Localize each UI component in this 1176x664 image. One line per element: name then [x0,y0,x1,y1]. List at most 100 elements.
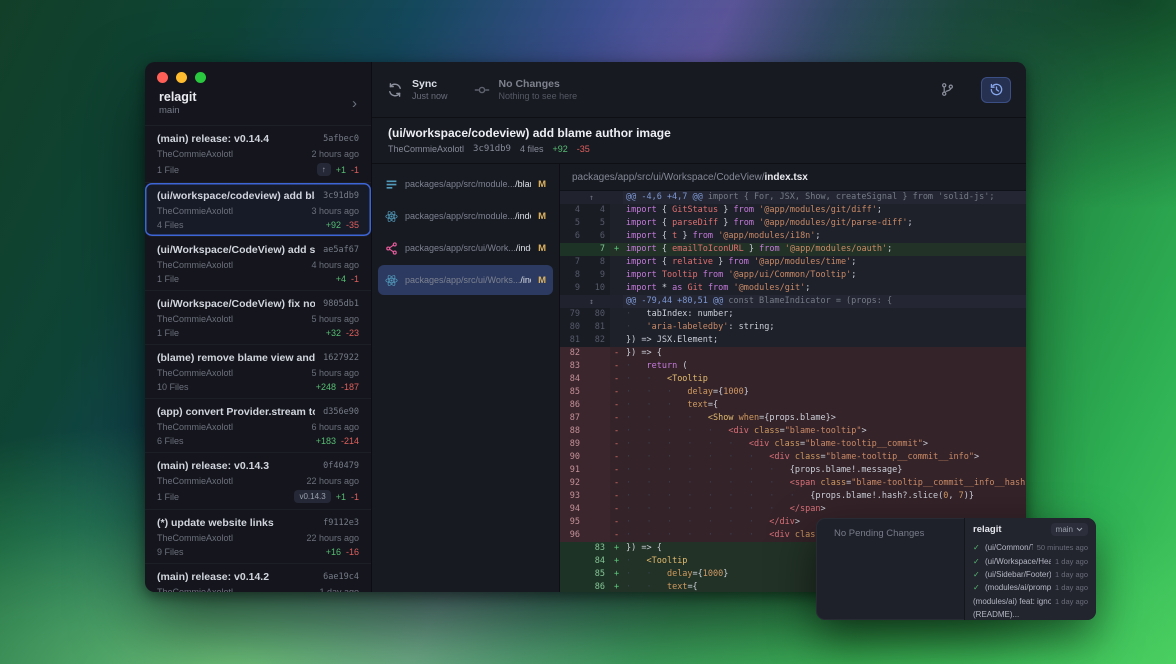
diff-line-ctx: 66import { t } from '@app/modules/i18n'; [560,230,1026,243]
file-list-item[interactable]: packages/app/src/ui/Works.../inde...M [378,265,553,295]
commit-item[interactable]: (main) release: v0.14.30f40479TheCommieA… [145,453,371,510]
diff-code: · · <Tooltip [623,373,1026,386]
commit-hash: f9112e3 [323,518,359,528]
commit-file-count: 1 File [157,165,179,175]
diff-code: · · · · · · · <div class="blame-tooltip_… [623,451,1026,464]
new-line-number: 6 [585,230,610,243]
commit-item[interactable]: (*) update website linksf9112e3TheCommie… [145,510,371,564]
old-line-number [560,555,585,568]
new-line-number [585,399,610,412]
secondary-branch-name: main [1056,525,1073,534]
branch-name: main [159,105,197,116]
diff-code: · · · · <Show when={props.blame}> [623,412,1026,425]
commit-author: TheCommieAxolotl [157,476,233,486]
diff-line-del: 86-· · · text={ [560,399,1026,412]
file-directory: packages/app/src/module... [405,179,515,189]
new-line-number [585,412,610,425]
old-line-number: 84 [560,373,585,386]
old-line-number: 86 [560,399,585,412]
old-line-number [560,568,585,581]
sync-button[interactable]: Sync Just now [387,78,448,101]
overlay-commit-item[interactable]: (modules/ai) feat: ignor...1 day ago [965,595,1096,608]
overlay-commit-item[interactable]: ✓(modules/ai/prompt...1 day ago [965,581,1096,594]
minimize-button[interactable] [176,72,187,83]
new-line-number: 9 [585,269,610,282]
old-line-number: 94 [560,503,585,516]
diff-marker: - [610,529,623,542]
diff-line-ctx: 44import { GitStatus } from '@app/module… [560,204,1026,217]
repository-info: relagit main [159,90,197,116]
commit-details-deletions: -35 [577,144,590,154]
commit-item[interactable]: (blame) remove blame view and ad...16279… [145,345,371,399]
diff-marker [610,321,623,334]
commit-item[interactable]: (ui/Workspace/CodeView) add size ...ae5a… [145,237,371,291]
file-list-item[interactable]: packages/app/src/module.../blame...M [378,169,553,199]
new-line-number: 5 [585,217,610,230]
commit-item[interactable]: (main) release: v0.14.45afbec0TheCommieA… [145,126,371,183]
file-list-item[interactable]: packages/app/src/ui/Work.../inde...M [378,233,553,263]
commit-file-count: 6 Files [157,436,184,446]
new-line-number [585,516,610,529]
diff-marker: - [610,373,623,386]
file-list-item[interactable]: packages/app/src/module.../index...M [378,201,553,231]
old-line-number [560,542,585,555]
overlay-commit-label: (README)... [973,610,1088,619]
diff-marker [610,282,623,295]
old-line-number: 93 [560,490,585,503]
sync-icon [387,82,403,98]
commit-item[interactable]: (ui/Workspace/CodeView) fix not s...9805… [145,291,371,345]
diff-code: import { relative } from '@app/modules/t… [623,256,1026,269]
overlay-commit-time: 1 day ago [1055,597,1088,606]
overlay-commit-item[interactable]: ✓(ui/Workspace/Hea...1 day ago [965,554,1096,567]
file-name: /blame... [515,179,531,189]
diff-code: }) => JSX.Element; [623,334,1026,347]
expand-hunk-icon[interactable]: ↕ [560,295,623,308]
overlay-commit-item[interactable]: (README)... [965,608,1096,620]
diff-line-del: 84 -· · <Tooltip [560,373,1026,386]
overlay-commit-item[interactable]: ✓(ui/Sidebar/Footer) ...1 day ago [965,568,1096,581]
commit-time: 2 hours ago [311,149,359,159]
diff-marker: - [610,451,623,464]
commit-time: 5 hours ago [311,368,359,378]
new-line-number: 4 [585,204,610,217]
diff-code: import Tooltip from '@app/ui/Common/Tool… [623,269,1026,282]
zoom-button[interactable] [195,72,206,83]
diff-code: · · · · · · · · {props.blame!.message} [623,464,1026,477]
diff-code: }) => { [623,347,1026,360]
old-line-number: 80 [560,321,585,334]
chevron-right-icon: › [352,96,357,111]
commit-item[interactable]: (ui/workspace/codeview) add blam...3c91d… [145,183,371,237]
commit-file-count: 1 File [157,328,179,338]
close-button[interactable] [157,72,168,83]
new-line-number: 82 [585,334,610,347]
commit-item[interactable]: (app) convert Provider.stream to As...d3… [145,399,371,453]
git-branch-icon [940,82,955,97]
diff-file-name: index.tsx [765,172,808,183]
branch-button[interactable] [940,82,955,97]
file-name: /inde... [520,275,531,285]
old-line-number: 92 [560,477,585,490]
sidebar: relagit main › (main) release: v0.14.45a… [145,62,372,592]
diff-marker: + [610,581,623,592]
commit-details-author: TheCommieAxolotl [388,144,464,154]
file-directory: packages/app/src/ui/Works... [405,275,520,285]
new-line-number [585,477,610,490]
history-button[interactable] [981,77,1011,103]
secondary-branch-dropdown[interactable]: main [1051,523,1088,536]
window-controls [145,62,371,88]
overlay-commit-item[interactable]: ✓(ui/Common/T...50 minutes ago [965,541,1096,554]
repository-selector[interactable]: relagit main › [145,88,371,125]
diff-marker [610,217,623,230]
commit-additions: +4 [336,274,346,284]
diff-marker: - [610,490,623,503]
new-line-number: 81 [585,321,610,334]
file-type-react-icon [385,274,398,287]
commit-list: (main) release: v0.14.45afbec0TheCommieA… [145,125,371,592]
commit-file-count: 9 Files [157,547,184,557]
new-line-number: 85 [585,568,610,581]
old-line-number: 95 [560,516,585,529]
expand-hunk-icon[interactable]: ↑ [560,191,623,204]
file-status-modified: M [538,243,546,254]
commit-item[interactable]: (main) release: v0.14.26ae19c4TheCommieA… [145,564,371,592]
overlay-commit-list: ✓(ui/Common/T...50 minutes ago✓(ui/Works… [965,541,1096,620]
